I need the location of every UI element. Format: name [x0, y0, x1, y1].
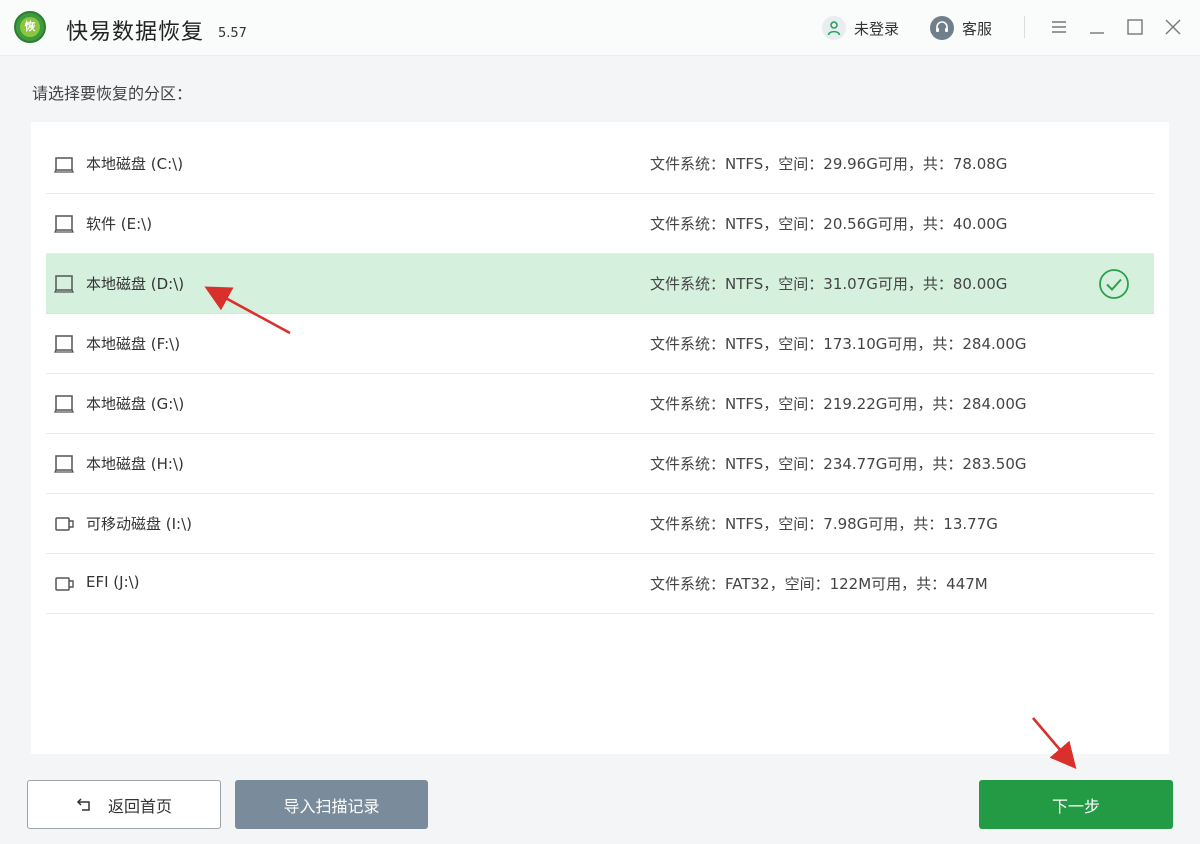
partition-row[interactable]: 本地磁盘 (G:\) 文件系统：NTFS，空间：219.22G可用，共：284.… [46, 374, 1154, 434]
local-disk-icon [54, 395, 75, 413]
local-disk-icon [54, 335, 75, 353]
removable-disk-icon [55, 517, 74, 531]
partition-info: 文件系统：NTFS，空间：234.77G可用，共：283.50G [650, 455, 1027, 473]
removable-disk-icon [55, 577, 74, 591]
login-label: 未登录 [854, 19, 900, 38]
import-scan-record-label: 导入扫描记录 [283, 796, 380, 816]
app-title: 快易数据恢复 [66, 20, 205, 45]
local-disk-icon [54, 157, 75, 173]
local-disk-icon [54, 215, 75, 233]
title-bar: 恢 快易数据恢复 5.57 未登录 客服 [0, 0, 1200, 56]
import-scan-record-button[interactable]: 导入扫描记录 [235, 780, 428, 829]
menu-button[interactable] [1047, 15, 1071, 39]
partition-name: 本地磁盘 (C:\) [86, 155, 184, 173]
partition-name: 本地磁盘 (H:\) [86, 455, 184, 473]
partition-info: 文件系统：NTFS，空间：219.22G可用，共：284.00G [650, 395, 1027, 413]
menu-icon [1052, 21, 1066, 33]
partition-list: 本地磁盘 (C:\) 文件系统：NTFS，空间：29.96G可用，共：78.08… [31, 122, 1169, 754]
login-button[interactable]: 未登录 [822, 16, 899, 40]
partition-info: 文件系统：NTFS，空间：31.07G可用，共：80.00G [650, 275, 1008, 293]
selected-check-icon [1099, 269, 1129, 299]
back-home-button[interactable]: 返回首页 [27, 780, 221, 829]
partition-prompt: 请选择要恢复的分区： [32, 84, 193, 103]
app-logo: 恢 [14, 11, 46, 43]
partition-row-selected[interactable]: 本地磁盘 (D:\) 文件系统：NTFS，空间：31.07G可用，共：80.00… [46, 254, 1154, 314]
next-step-button[interactable]: 下一步 [979, 780, 1173, 829]
customer-service-label: 客服 [962, 19, 993, 38]
partition-info: 文件系统：NTFS，空间：173.10G可用，共：284.00G [650, 335, 1027, 353]
minimize-button[interactable] [1085, 15, 1109, 39]
partition-info: 文件系统：FAT32，空间：122M可用，共：447M [650, 575, 988, 593]
partition-row[interactable]: 软件 (E:\) 文件系统：NTFS，空间：20.56G可用，共：40.00G [46, 194, 1154, 254]
return-arrow-icon [76, 797, 90, 811]
partition-row[interactable]: 本地磁盘 (F:\) 文件系统：NTFS，空间：173.10G可用，共：284.… [46, 314, 1154, 374]
next-step-label: 下一步 [1051, 796, 1100, 816]
partition-name: EFI (J:\) [86, 573, 140, 591]
maximize-button[interactable] [1123, 15, 1147, 39]
user-icon [822, 16, 846, 40]
partition-name: 本地磁盘 (G:\) [86, 395, 185, 413]
local-disk-icon [54, 275, 75, 293]
close-button[interactable] [1161, 15, 1185, 39]
customer-service-button[interactable]: 客服 [930, 16, 992, 40]
partition-row[interactable]: EFI (J:\) 文件系统：FAT32，空间：122M可用，共：447M [46, 554, 1154, 614]
partition-name: 本地磁盘 (D:\) [86, 275, 185, 293]
titlebar-divider [1024, 16, 1025, 38]
partition-name: 可移动磁盘 (I:\) [86, 515, 193, 533]
headset-icon [930, 16, 954, 40]
minimize-icon [1090, 32, 1104, 34]
maximize-icon [1127, 19, 1143, 35]
partition-name: 软件 (E:\) [86, 215, 153, 233]
partition-row[interactable]: 本地磁盘 (H:\) 文件系统：NTFS，空间：234.77G可用，共：283.… [46, 434, 1154, 494]
local-disk-icon [54, 455, 75, 473]
partition-row[interactable]: 可移动磁盘 (I:\) 文件系统：NTFS，空间：7.98G可用，共：13.77… [46, 494, 1154, 554]
partition-name: 本地磁盘 (F:\) [86, 335, 181, 353]
partition-info: 文件系统：NTFS，空间：7.98G可用，共：13.77G [650, 515, 998, 533]
app-version: 5.57 [218, 26, 247, 41]
back-home-label: 返回首页 [107, 796, 172, 816]
partition-info: 文件系统：NTFS，空间：29.96G可用，共：78.08G [650, 155, 1008, 173]
close-icon [1165, 19, 1181, 35]
partition-row[interactable]: 本地磁盘 (C:\) 文件系统：NTFS，空间：29.96G可用，共：78.08… [46, 134, 1154, 194]
partition-info: 文件系统：NTFS，空间：20.56G可用，共：40.00G [650, 215, 1008, 233]
